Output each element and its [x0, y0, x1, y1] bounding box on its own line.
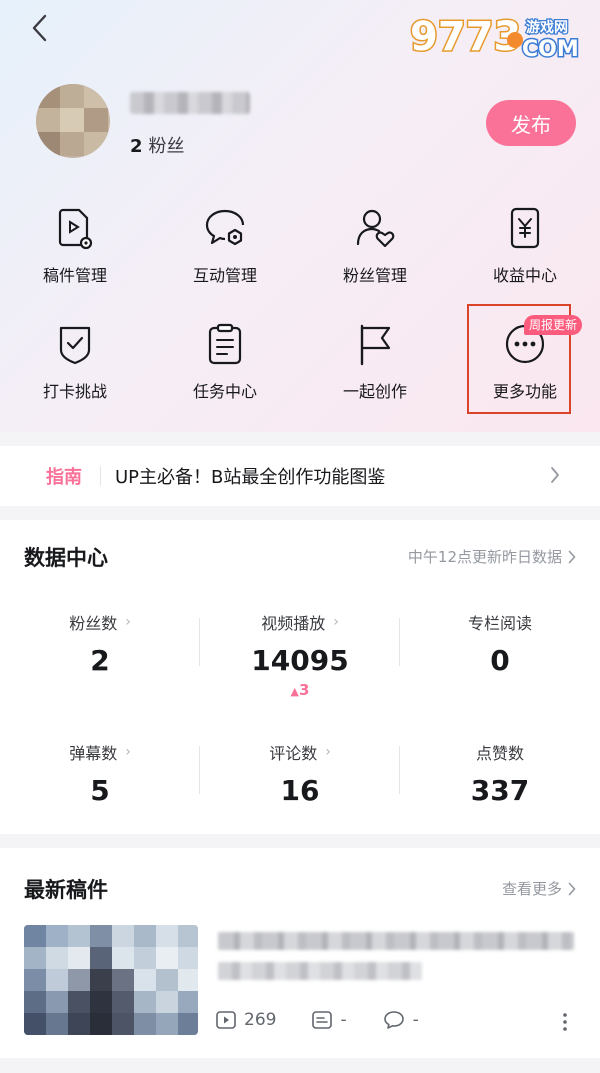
more-vertical-icon[interactable]: [562, 1012, 568, 1032]
chevron-left-icon: [32, 14, 47, 42]
video-plays: 269: [216, 1010, 276, 1030]
fans-summary[interactable]: 2 粉丝: [130, 132, 185, 158]
danmaku-count: -: [340, 1010, 347, 1030]
stat-delta: ▲3: [200, 681, 400, 699]
profile-card: 2 粉丝 发布: [36, 84, 576, 164]
tool-create-together[interactable]: 一起创作: [300, 322, 450, 422]
tool-label: 任务中心: [192, 382, 257, 401]
watermark-logo: 9773 游戏网 COM: [409, 13, 581, 64]
tool-label: 粉丝管理: [342, 266, 407, 285]
chevron-right-icon: [568, 882, 576, 895]
username-blurred: [130, 92, 250, 114]
chevron-right-icon: ›: [125, 614, 131, 630]
chevron-right-icon: ›: [325, 744, 331, 760]
stat-danmaku[interactable]: 弹幕数 › 5: [0, 740, 200, 807]
site-watermark: 9773 游戏网 COM: [408, 10, 588, 64]
fans-count: 2: [130, 136, 143, 157]
stat-label: 评论数: [269, 744, 318, 763]
guide-text: UP主必备！B站最全创作功能图鉴: [115, 467, 386, 488]
guide-tag: 指南: [46, 467, 82, 488]
video-stats: 269 - -: [216, 1010, 455, 1030]
stat-comments[interactable]: 评论数 › 16: [200, 740, 400, 807]
flag-icon: [360, 324, 391, 366]
stat-article-reads[interactable]: 专栏阅读 0: [400, 610, 600, 677]
tool-manuscript[interactable]: 稿件管理: [0, 206, 150, 306]
stat-delta-value: 3: [299, 681, 310, 699]
see-more-link[interactable]: 查看更多: [502, 878, 576, 899]
comment-icon: [383, 1011, 404, 1029]
income-icon: [510, 207, 540, 249]
guide-banner[interactable]: 指南 UP主必备！B站最全创作功能图鉴: [0, 446, 600, 506]
guide-divider: [100, 466, 101, 486]
stat-video-plays[interactable]: 视频播放 › 14095 ▲3: [200, 610, 400, 699]
stat-value: 14095: [251, 644, 349, 677]
tool-income[interactable]: 收益中心: [450, 206, 600, 306]
checkin-icon: [59, 326, 91, 365]
tool-checkin[interactable]: 打卡挑战: [0, 322, 150, 422]
tool-task[interactable]: 任务中心: [150, 322, 300, 422]
data-center-title: 数据中心: [24, 546, 108, 570]
video-title-blurred[interactable]: [218, 932, 574, 950]
stat-value: 2: [90, 644, 110, 677]
fans-label: 粉丝: [148, 136, 185, 157]
publish-button[interactable]: 发布: [486, 100, 576, 146]
tool-label: 一起创作: [342, 382, 407, 401]
tool-label: 互动管理: [192, 266, 257, 285]
avatar[interactable]: [36, 84, 110, 158]
fans-icon: [356, 209, 395, 248]
plays-count: 269: [244, 1010, 277, 1030]
stat-label: 专栏阅读: [467, 614, 532, 633]
video-title-blurred-line2: [218, 962, 422, 980]
chevron-right-icon: ›: [333, 614, 339, 630]
stat-label: 弹幕数: [69, 744, 118, 763]
video-comments: -: [383, 1010, 419, 1030]
stat-value: 337: [470, 774, 530, 807]
stat-label: 点赞数: [475, 744, 524, 763]
comments-count: -: [412, 1010, 419, 1030]
play-icon: [216, 1011, 236, 1029]
latest-manuscripts-card: 最新稿件 查看更多 269 - -: [0, 848, 600, 1058]
chevron-right-icon: [551, 467, 559, 483]
svg-text:9773: 9773: [410, 14, 521, 60]
stat-value: 16: [280, 774, 320, 807]
stat-value: 5: [90, 774, 110, 807]
tool-label: 收益中心: [492, 266, 557, 285]
stat-label: 视频播放: [261, 614, 326, 633]
stat-value: 0: [490, 644, 510, 677]
triangle-up-icon: ▲: [290, 685, 300, 698]
interaction-icon: [205, 209, 245, 246]
tool-interaction[interactable]: 互动管理: [150, 206, 300, 306]
see-more-label: 查看更多: [501, 880, 562, 898]
chevron-right-icon: [568, 550, 576, 563]
back-button[interactable]: [24, 12, 56, 44]
tool-label: 打卡挑战: [42, 382, 107, 401]
chevron-right-icon: ›: [125, 744, 131, 760]
stat-likes[interactable]: 点赞数 337: [400, 740, 600, 807]
stat-label: 粉丝数: [69, 614, 118, 633]
data-update-note: 中午12点更新昨日数据: [407, 548, 562, 566]
latest-title: 最新稿件: [24, 878, 108, 902]
task-icon: [208, 323, 242, 365]
danmaku-icon: [312, 1011, 333, 1029]
data-update-link[interactable]: 中午12点更新昨日数据: [408, 546, 576, 567]
video-danmaku: -: [312, 1010, 347, 1030]
svg-text:COM: COM: [522, 37, 579, 62]
svg-text:游戏网: 游戏网: [526, 19, 568, 36]
weekly-report-badge: 周报更新: [524, 315, 583, 335]
tool-label: 稿件管理: [42, 266, 107, 285]
video-thumbnail[interactable]: [24, 925, 198, 1035]
stat-fans[interactable]: 粉丝数 › 2: [0, 610, 200, 677]
manuscript-icon: [58, 208, 93, 250]
data-center-card: 数据中心 中午12点更新昨日数据 粉丝数 › 2 视频播放 › 14095 ▲3 专…: [0, 520, 600, 834]
tool-fans[interactable]: 粉丝管理: [300, 206, 450, 306]
